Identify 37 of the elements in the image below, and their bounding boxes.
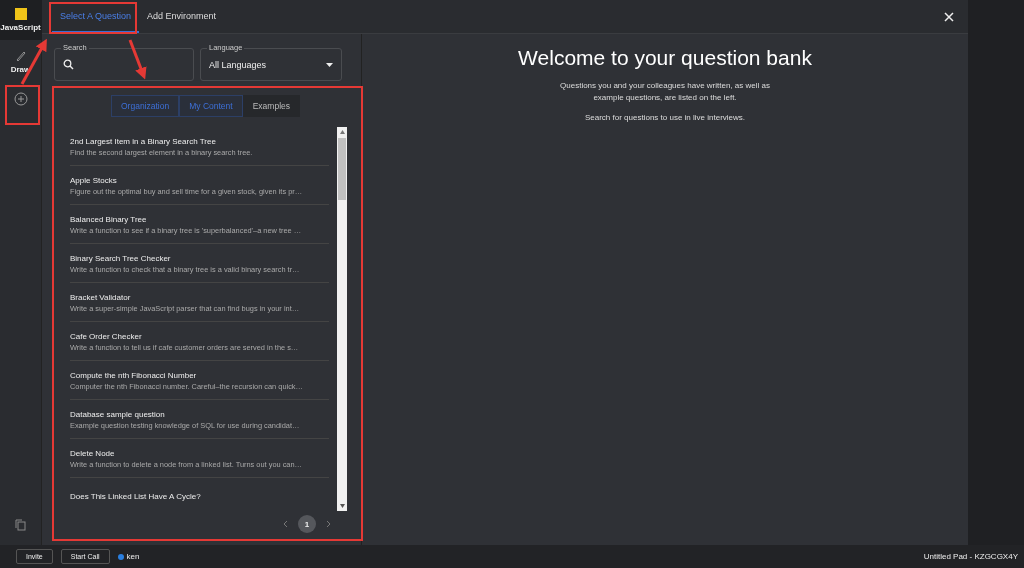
tab[interactable]: Add Environment — [139, 0, 225, 33]
page-number-button[interactable]: 1 — [298, 515, 316, 533]
scroll-up-arrow-icon[interactable] — [339, 130, 345, 134]
welcome-text: Search for questions to use in live interviews. — [583, 112, 747, 124]
language-selector[interactable]: JavaScript — [0, 0, 42, 40]
question-title[interactable]: Binary Search Tree Checker — [70, 254, 329, 263]
previous-page-button[interactable] — [283, 520, 288, 528]
question-title[interactable]: Does This Linked List Have A Cycle? — [70, 492, 201, 501]
scroll-down-arrow-icon[interactable] — [339, 504, 345, 508]
question-title[interactable]: 2nd Largest Item in a Binary Search Tree — [70, 137, 329, 146]
question-title[interactable]: Bracket Validator — [70, 293, 329, 302]
highlight-frame — [5, 85, 40, 125]
pencil-icon — [14, 50, 27, 62]
welcome-text: Questions you and your colleagues have written, as well as example questions, are listed on the left. — [559, 80, 771, 104]
language-label: JavaScript — [0, 23, 41, 32]
question-title[interactable]: Delete Node — [70, 449, 329, 458]
question-title[interactable]: Cafe Order Checker — [70, 332, 329, 341]
caret-icon — [326, 62, 333, 67]
next-page-button[interactable] — [326, 520, 331, 528]
question-title[interactable]: Balanced Binary Tree — [70, 215, 329, 224]
welcome-title: Welcome to your question bank — [518, 46, 812, 70]
online-status-icon — [117, 553, 124, 560]
question-title[interactable]: Compute the nth Fibonacci Number — [70, 371, 329, 380]
pad-title: Untitled Pad - KZGCGX4Y — [923, 552, 1018, 561]
tab[interactable]: Select A Question — [52, 0, 140, 33]
question-title[interactable]: Apple Stocks — [70, 176, 329, 185]
scrollbar[interactable] — [337, 127, 347, 511]
search-icon — [63, 59, 74, 70]
annotation-arrow — [128, 39, 147, 80]
user-name: ken — [126, 552, 140, 561]
add-button[interactable] — [13, 92, 28, 106]
close-icon[interactable] — [944, 11, 954, 22]
javascript-logo-icon — [14, 8, 27, 20]
filter-tab[interactable]: Examples — [242, 95, 300, 117]
question-title[interactable]: Database sample question — [70, 410, 329, 419]
copy-icon[interactable] — [15, 519, 26, 531]
scrollbar-thumb[interactable] — [338, 138, 346, 200]
